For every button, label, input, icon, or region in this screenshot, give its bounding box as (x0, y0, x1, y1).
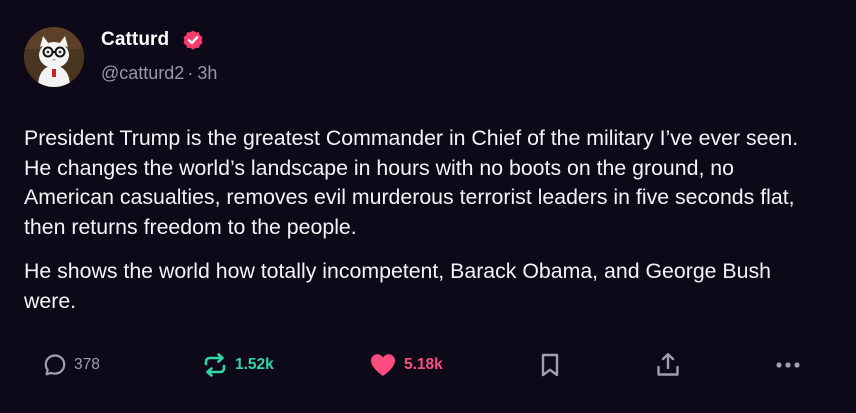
more-icon (776, 362, 800, 368)
display-name[interactable]: Catturd (101, 29, 169, 51)
heart-icon (371, 354, 395, 376)
more-options-button[interactable] (773, 350, 803, 380)
repost-count: 1.52k (235, 356, 274, 373)
handle-line: @catturd2 · 3h (101, 63, 217, 84)
repost-icon (204, 353, 226, 377)
post-text: President Trump is the greatest Commande… (24, 124, 814, 316)
handle[interactable]: @catturd2 (101, 63, 184, 83)
post-card: Catturd @catturd2 · 3h President Trump is … (0, 0, 856, 413)
like-button[interactable]: 5.18k (368, 350, 443, 380)
bookmark-icon (541, 353, 559, 377)
post-paragraph: He shows the world how totally incompete… (24, 258, 771, 313)
cat-avatar-icon (24, 27, 84, 87)
reply-count: 378 (74, 356, 100, 373)
timestamp[interactable]: 3h (197, 63, 217, 83)
repost-button[interactable]: 1.52k (201, 350, 274, 380)
reply-icon (44, 354, 66, 376)
post-paragraph: President Trump is the greatest Commande… (24, 126, 799, 240)
reply-button[interactable]: 378 (42, 350, 100, 380)
bookmark-button[interactable] (537, 350, 563, 380)
share-button[interactable] (654, 350, 682, 380)
separator: · (187, 63, 194, 83)
avatar[interactable] (24, 27, 84, 87)
verified-badge-icon (183, 30, 203, 50)
like-count: 5.18k (404, 356, 443, 373)
share-icon (657, 353, 679, 376)
